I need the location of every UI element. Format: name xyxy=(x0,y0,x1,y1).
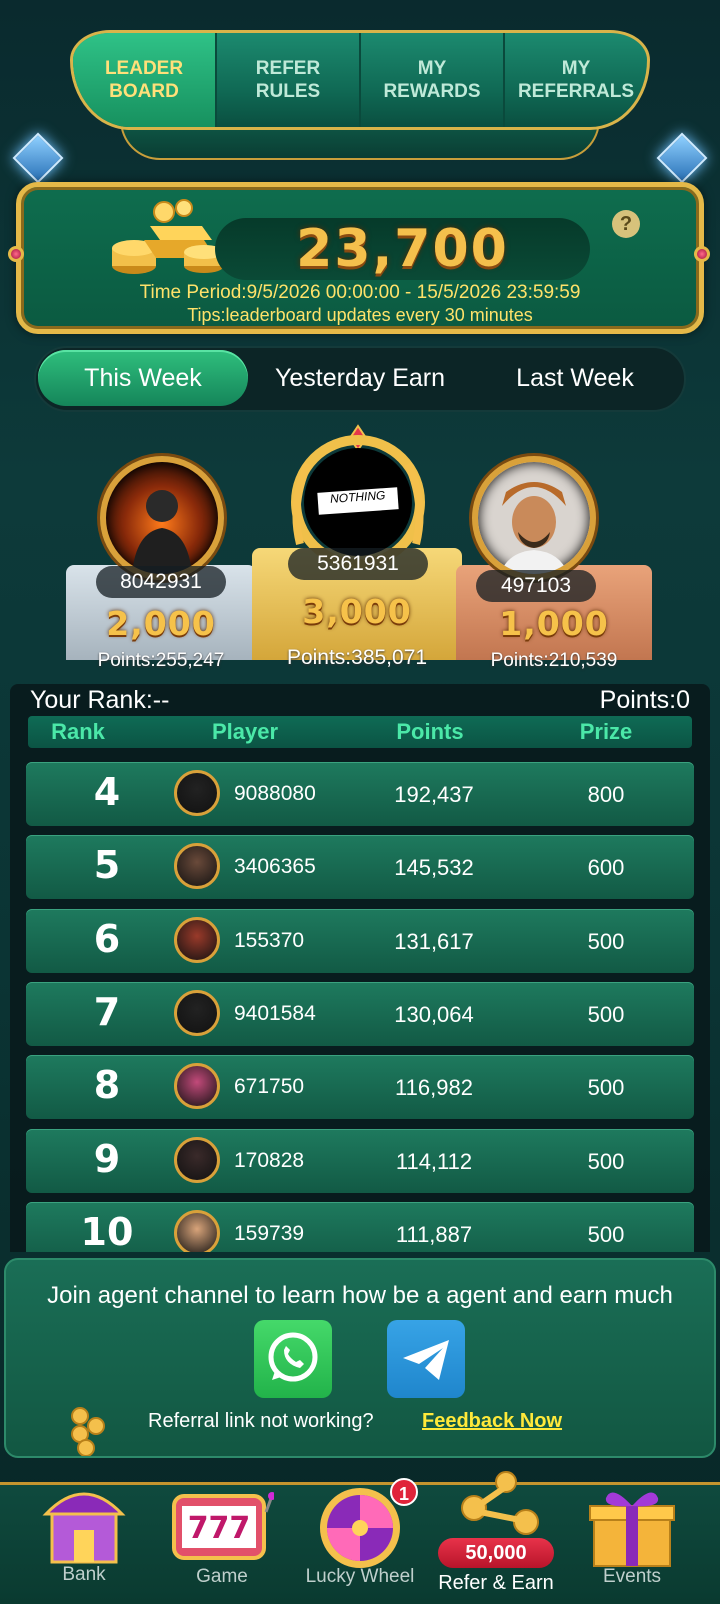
nav-label-lucky-wheel: Lucky Wheel xyxy=(305,1566,415,1587)
telegram-icon xyxy=(403,1340,449,1380)
row-avatar[interactable] xyxy=(174,989,220,1036)
table-row: 8 671750 116,982 500 xyxy=(26,1055,694,1120)
agent-text: Join agent channel to learn how be a age… xyxy=(47,1282,673,1309)
row-rank: 4 xyxy=(93,770,121,814)
nav-lucky-wheel[interactable]: 1 Lucky Wheel xyxy=(290,1478,430,1604)
row-rank: 8 xyxy=(93,1063,121,1108)
row-prize: 500 xyxy=(587,1075,625,1101)
row-points: 131,617 xyxy=(394,928,474,954)
nav-bank[interactable]: Bank xyxy=(14,1482,154,1604)
row-player-id: 9088080 xyxy=(234,782,316,805)
whatsapp-button[interactable] xyxy=(254,1320,332,1398)
table-row: 5 3406365 145,532 600 xyxy=(26,835,694,900)
referral-text: Referral link not working? xyxy=(148,1410,374,1432)
table-row: 7 9401584 130,064 500 xyxy=(26,981,694,1046)
row-points: 192,437 xyxy=(394,782,474,807)
nav-label-bank: Bank xyxy=(62,1564,106,1585)
row-prize: 500 xyxy=(587,1001,625,1027)
row-player-id: 671750 xyxy=(234,1075,305,1099)
row-prize: 500 xyxy=(587,1148,625,1174)
row-points: 130,064 xyxy=(394,1001,474,1027)
row-avatar[interactable] xyxy=(174,916,220,963)
nav-label-game: Game xyxy=(196,1566,248,1587)
whatsapp-icon xyxy=(268,1332,318,1382)
nav-refer-earn[interactable]: 50,000 Refer & Earn xyxy=(426,1471,566,1604)
row-prize: 500 xyxy=(587,1221,625,1247)
lucky-wheel-badge: 1 xyxy=(390,1478,418,1506)
row-avatar[interactable] xyxy=(174,1063,220,1110)
row-player-id: 159739 xyxy=(234,1221,305,1245)
nav-game[interactable]: 777 Game xyxy=(152,1482,292,1604)
row-rank: 9 xyxy=(93,1136,121,1181)
row-prize: 600 xyxy=(587,855,625,881)
nav-label-refer-earn: Refer & Earn xyxy=(438,1572,554,1594)
table-row: 4 9088080 192,437 800 xyxy=(26,762,694,826)
row-rank: 10 xyxy=(80,1209,134,1252)
bank-icon xyxy=(42,1492,126,1564)
table-row: 9 170828 114,112 500 xyxy=(26,1128,694,1193)
slot-machine-icon: 777 xyxy=(172,1492,274,1560)
table-row: 10 159739 111,887 500 xyxy=(26,1201,694,1252)
row-avatar[interactable] xyxy=(174,843,220,890)
nav-label-events: Events xyxy=(602,1566,662,1587)
row-rank: 7 xyxy=(93,989,121,1034)
row-prize: 800 xyxy=(587,782,625,807)
row-prize: 500 xyxy=(587,928,625,954)
gift-box-icon xyxy=(589,1492,675,1567)
row-avatar[interactable] xyxy=(174,1136,220,1183)
row-player-id: 155370 xyxy=(234,928,305,952)
row-avatar[interactable] xyxy=(174,770,220,816)
svg-text:777: 777 xyxy=(188,1511,251,1546)
feedback-link[interactable]: Feedback Now xyxy=(422,1410,562,1433)
row-points: 111,887 xyxy=(395,1221,473,1247)
share-coins-icon xyxy=(461,1471,539,1535)
telegram-button[interactable] xyxy=(387,1320,465,1398)
table-row: 6 155370 131,617 500 xyxy=(26,908,694,973)
refer-coins-pill: 50,000 xyxy=(438,1538,554,1568)
row-avatar[interactable] xyxy=(174,1209,220,1252)
row-rank: 5 xyxy=(93,843,121,888)
nav-events[interactable]: Events xyxy=(562,1482,702,1604)
row-rank: 6 xyxy=(93,916,121,961)
row-points: 114,112 xyxy=(395,1148,473,1174)
coins-icon xyxy=(71,1407,105,1456)
row-player-id: 170828 xyxy=(234,1148,305,1172)
row-points: 116,982 xyxy=(395,1075,473,1101)
row-player-id: 3406365 xyxy=(234,855,316,879)
row-points: 145,532 xyxy=(394,855,474,881)
row-player-id: 9401584 xyxy=(234,1001,316,1025)
